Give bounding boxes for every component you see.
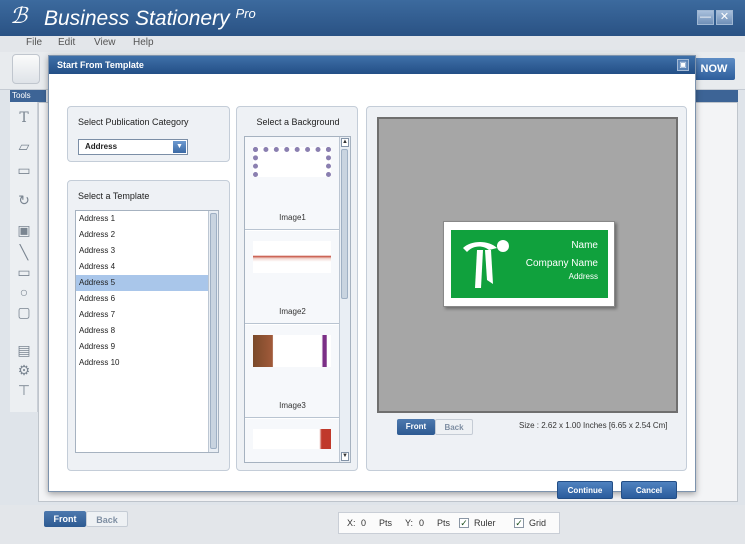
background-list[interactable]: Image1 Image2 Image3 ▲ ▼ — [244, 136, 351, 463]
preview-front-button[interactable]: Front — [397, 419, 435, 435]
y-label: Y: — [405, 518, 414, 528]
template-panel: Select a Template Address 1 Address 2 Addr… — [67, 180, 230, 471]
template-list-item[interactable]: Address 6 — [76, 291, 218, 307]
rounded-rect-tool-icon[interactable]: ▢ — [16, 304, 32, 320]
close-window-button[interactable]: ✕ — [716, 10, 733, 25]
text-tool-icon[interactable]: T — [16, 110, 32, 126]
tools-panel: T ▱ ▭ ↻ ▣ ╲ ▭ ○ ▢ ▤ ⚙ ⊤ — [10, 102, 38, 412]
preview-back-button[interactable]: Back — [435, 419, 473, 435]
background-title: Select a Background — [256, 117, 340, 127]
app-title: Business Stationery Pro — [44, 6, 256, 31]
start-from-template-dialog: Start From Template ▣ Select Publication… — [48, 55, 696, 499]
template-list-item[interactable]: Address 1 — [76, 211, 218, 227]
tools-header: Tools — [10, 90, 46, 102]
template-list-item[interactable]: Address 4 — [76, 259, 218, 275]
template-list-item[interactable]: Address 5 — [76, 275, 218, 291]
background-option-2[interactable]: Image2 — [245, 231, 340, 324]
x-value: 0 — [361, 518, 367, 528]
preview-panel: Name Company Name Address Front Back Siz… — [366, 106, 687, 499]
category-title: Select Publication Category — [78, 117, 189, 127]
category-panel: Select Publication Category Address ▼ — [67, 106, 230, 162]
background-option-4[interactable] — [245, 419, 340, 462]
card-name: Name — [571, 240, 598, 251]
company-logo-icon — [463, 240, 509, 288]
scroll-up-icon[interactable]: ▲ — [341, 138, 349, 147]
ruler-checkbox[interactable]: ✓ — [459, 518, 469, 528]
layer-icon[interactable]: ▣ — [16, 222, 32, 238]
new-document-icon[interactable] — [12, 54, 40, 84]
menu-edit[interactable]: Edit — [58, 37, 75, 48]
app-logo-icon: ℬ — [10, 4, 28, 29]
template-list-item[interactable]: Address 8 — [76, 323, 218, 339]
rectangle-tool-icon[interactable]: ▭ — [16, 264, 32, 280]
app-name-text: Business Stationery — [44, 7, 230, 30]
background-thumb-3 — [253, 335, 331, 367]
business-card-preview: Name Company Name Address — [443, 221, 615, 307]
app-title-bar: ℬ Business Stationery Pro — ✕ — [0, 0, 745, 36]
category-selected-value: Address — [85, 142, 118, 151]
grid-label: Grid — [529, 518, 547, 528]
dropdown-arrow-icon[interactable]: ▼ — [173, 141, 186, 153]
dialog-close-icon[interactable]: ▣ — [677, 59, 689, 71]
settings-icon[interactable]: ⚙ — [16, 362, 32, 378]
dialog-title: Start From Template — [49, 56, 695, 74]
background-thumb-2 — [253, 241, 331, 273]
y-value: 0 — [419, 518, 425, 528]
menu-file[interactable]: File — [26, 37, 42, 48]
grid-checkbox[interactable]: ✓ — [514, 518, 524, 528]
background-option-3[interactable]: Image3 — [245, 325, 340, 418]
size-label: Size : 2.62 x 1.00 Inches [6.65 x 2.54 C… — [519, 421, 668, 430]
template-list-item[interactable]: Address 9 — [76, 339, 218, 355]
card-address: Address — [568, 272, 598, 281]
menu-bar: File Edit View Help — [0, 36, 745, 52]
template-list[interactable]: Address 1 Address 2 Address 3 Address 4 Addr… — [75, 210, 219, 453]
menu-help[interactable]: Help — [133, 37, 154, 48]
template-list-item[interactable]: Address 7 — [76, 307, 218, 323]
background-scroll-thumb[interactable] — [341, 149, 348, 299]
background-thumb-4 — [253, 429, 331, 449]
template-title: Select a Template — [78, 191, 150, 201]
template-list-item[interactable]: Address 3 — [76, 243, 218, 259]
coordinates-panel: X: 0 Pts Y: 0 Pts ✓ Ruler ✓ Grid — [338, 512, 560, 534]
back-tab[interactable]: Back — [86, 511, 128, 527]
card-company-name: Company Name — [525, 258, 598, 269]
background-scrollbar[interactable]: ▲ ▼ — [339, 137, 350, 462]
x-unit: Pts — [379, 518, 393, 528]
database-icon[interactable]: ▤ — [16, 342, 32, 358]
x-label: X: — [347, 518, 356, 528]
continue-button[interactable]: Continue — [557, 481, 613, 499]
now-button[interactable]: NOW — [693, 58, 735, 80]
ruler-label: Ruler — [474, 518, 496, 528]
background-label-2: Image2 — [279, 307, 306, 316]
background-panel: Select a Background Image1 Image2 Image3 — [236, 106, 358, 471]
cancel-button[interactable]: Cancel — [621, 481, 677, 499]
template-scroll-thumb[interactable] — [210, 213, 217, 449]
line-tool-icon[interactable]: ╲ — [16, 244, 32, 260]
front-tab[interactable]: Front — [44, 511, 86, 527]
minimize-button[interactable]: — — [697, 10, 714, 25]
folder-icon[interactable]: ▱ — [16, 138, 32, 154]
y-unit: Pts — [437, 518, 451, 528]
image-icon[interactable]: ▭ — [16, 162, 32, 178]
background-label-1: Image1 — [279, 213, 306, 222]
category-select[interactable]: Address ▼ — [78, 139, 188, 155]
app-name-suffix: Pro — [235, 6, 256, 21]
template-scrollbar[interactable] — [208, 211, 218, 452]
text-frame-icon[interactable]: ⊤ — [16, 382, 32, 398]
scroll-down-icon[interactable]: ▼ — [341, 452, 349, 461]
background-option-1[interactable]: Image1 — [245, 137, 340, 230]
rotate-icon[interactable]: ↻ — [16, 192, 32, 208]
background-thumb-1 — [253, 147, 331, 177]
template-list-item[interactable]: Address 2 — [76, 227, 218, 243]
card-background: Name Company Name Address — [451, 230, 608, 298]
dialog-body: Select Publication Category Address ▼ Se… — [49, 74, 695, 499]
template-list-item[interactable]: Address 10 — [76, 355, 218, 371]
background-label-3: Image3 — [279, 401, 306, 410]
preview-area: Name Company Name Address — [377, 117, 678, 413]
menu-view[interactable]: View — [94, 37, 116, 48]
ellipse-tool-icon[interactable]: ○ — [16, 284, 32, 300]
